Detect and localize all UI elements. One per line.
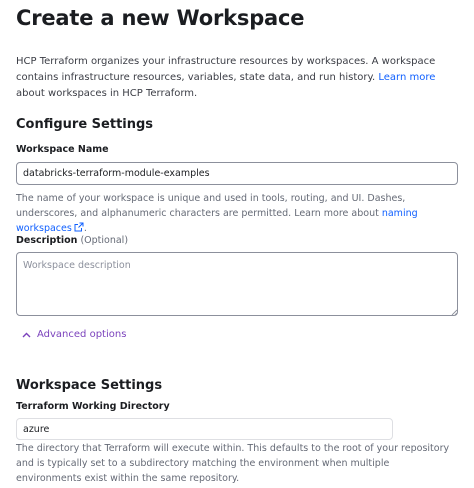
learn-more-link[interactable]: Learn more xyxy=(378,72,435,83)
workspace-name-input[interactable] xyxy=(16,162,458,185)
working-directory-help: The directory that Terraform will execut… xyxy=(16,443,450,484)
advanced-options-label: Advanced options xyxy=(37,329,127,340)
configure-settings-heading: Configure Settings xyxy=(16,117,154,132)
workspace-name-help-text: The name of your workspace is unique and… xyxy=(16,193,406,219)
optional-hint: (Optional) xyxy=(80,235,129,246)
description-textarea[interactable] xyxy=(16,252,458,316)
page-title: Create a new Workspace xyxy=(16,6,305,30)
workspace-name-label: Workspace Name xyxy=(16,144,109,155)
intro-suffix: about workspaces in HCP Terraform. xyxy=(16,88,198,99)
working-directory-label: Terraform Working Directory xyxy=(16,401,170,412)
description-label: Description (Optional) xyxy=(16,235,128,246)
external-link-icon xyxy=(74,222,84,232)
intro-paragraph: HCP Terraform organizes your infrastruct… xyxy=(16,54,456,102)
workspace-settings-heading: Workspace Settings xyxy=(16,378,163,393)
intro-text: HCP Terraform organizes your infrastruct… xyxy=(16,56,436,83)
description-label-text: Description xyxy=(16,235,78,246)
workspace-name-help-suffix: . xyxy=(83,223,87,234)
workspace-name-help: The name of your workspace is unique and… xyxy=(16,191,456,236)
chevron-up-icon xyxy=(22,332,31,337)
resize-grip-icon[interactable] xyxy=(451,309,457,315)
advanced-options-toggle[interactable]: Advanced options xyxy=(22,329,126,340)
working-directory-input[interactable] xyxy=(16,418,393,440)
